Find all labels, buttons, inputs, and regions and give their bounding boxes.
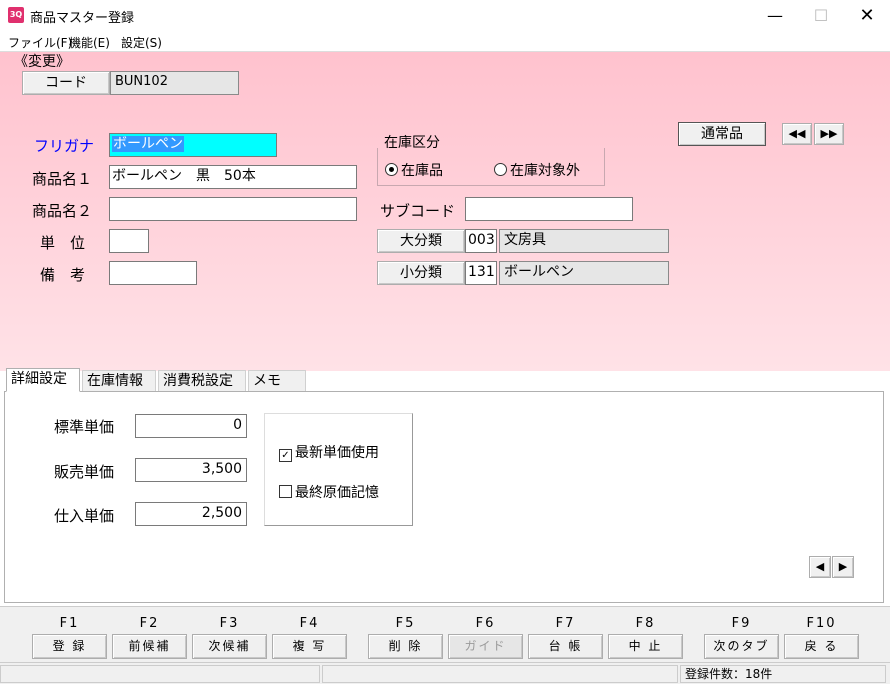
code-label-button[interactable]: コード (22, 71, 110, 95)
tab-scroll-left-icon[interactable]: ◀ (809, 556, 831, 578)
minor-category-button[interactable]: 小分類 (377, 261, 465, 285)
furigana-input[interactable]: ボールペン (109, 133, 277, 157)
status-bar: 登録件数：18件 (0, 662, 890, 684)
menu-file[interactable]: ファイル(F) (8, 34, 72, 51)
app-icon: 3Q (8, 7, 24, 23)
major-category-name: 文房具 (499, 229, 669, 253)
menu-bar: ファイル(F) 機能(E) 設定(S) (0, 31, 890, 51)
sub-code-label: サブコード (380, 202, 456, 220)
product-name2-input[interactable] (109, 197, 357, 221)
close-icon[interactable]: ✕ (844, 0, 890, 31)
checkbox-unchecked-icon (279, 485, 292, 498)
tab-memo[interactable]: メモ (248, 370, 306, 392)
minor-category-name: ボールペン (499, 261, 669, 285)
fkey-button-f4[interactable]: 複 写 (272, 634, 347, 659)
fkey-label-f8: F8 (635, 616, 656, 631)
fkey-label-f2: F2 (139, 616, 160, 631)
radio-on-icon (385, 163, 398, 176)
sales-price-input[interactable]: 3,500 (135, 458, 247, 482)
use-latest-price-label: 最新単価使用 (295, 445, 379, 461)
major-category-code[interactable]: 003 (465, 229, 497, 253)
mode-label: 《変更》 (14, 54, 70, 70)
remarks-label: 備 考 (40, 266, 86, 284)
tab-tax-settings[interactable]: 消費税設定 (158, 370, 246, 392)
fkey-label-f7: F7 (555, 616, 576, 631)
fkey-button-f3[interactable]: 次候補 (192, 634, 267, 659)
furigana-label: フリガナ (34, 137, 95, 155)
fkey-button-f10[interactable]: 戻 る (784, 634, 859, 659)
checkbox-checked-icon: ✓ (279, 449, 292, 462)
fkey-label-f4: F4 (299, 616, 320, 631)
product-name1-input[interactable]: ボールペン 黒 50本 (109, 165, 357, 189)
fkey-button-f5[interactable]: 削 除 (368, 634, 443, 659)
minimize-icon[interactable]: — (752, 0, 798, 31)
standard-price-input[interactable]: 0 (135, 414, 247, 438)
fkey-label-f6: F6 (475, 616, 496, 631)
remember-cost-checkbox[interactable]: 最終原価記憶 (279, 482, 379, 502)
fkey-button-f7[interactable]: 台 帳 (528, 634, 603, 659)
fkey-label-f3: F3 (219, 616, 240, 631)
purchase-price-input[interactable]: 2,500 (135, 502, 247, 526)
remarks-input[interactable] (109, 261, 197, 285)
price-options-group (264, 413, 413, 526)
status-pane-2 (322, 665, 678, 683)
product-type-button[interactable]: 通常品 (678, 122, 766, 146)
fkey-button-f8[interactable]: 中 止 (608, 634, 683, 659)
status-pane-1 (0, 665, 320, 683)
fkey-label-f1: F1 (59, 616, 80, 631)
purchase-price-label: 仕入単価 (54, 507, 115, 525)
radio-non-stock-label: 在庫対象外 (510, 163, 580, 179)
fkey-label-f9: F9 (731, 616, 752, 631)
standard-price-label: 標準単価 (54, 418, 115, 436)
window-title: 商品マスター登録 (30, 11, 135, 26)
remember-cost-label: 最終原価記憶 (295, 485, 379, 501)
fkey-button-f6[interactable]: ガイド (448, 634, 523, 659)
record-count: 登録件数：18件 (680, 665, 886, 683)
use-latest-price-checkbox[interactable]: ✓ 最新単価使用 (279, 442, 379, 462)
title-bar: 3Q 商品マスター登録 — ☐ ✕ (0, 0, 890, 31)
unit-label: 単 位 (40, 234, 86, 252)
minor-category-code[interactable]: 131 (465, 261, 497, 285)
radio-in-stock[interactable]: 在庫品 (385, 160, 443, 180)
unit-input[interactable] (109, 229, 149, 253)
furigana-value: ボールペン (112, 136, 184, 152)
fkey-button-f2[interactable]: 前候補 (112, 634, 187, 659)
last-record-icon[interactable]: ▶▶ (814, 123, 844, 145)
first-record-icon[interactable]: ◀◀ (782, 123, 812, 145)
tab-detail-settings[interactable]: 詳細設定 (6, 368, 80, 392)
code-field[interactable]: BUN102 (110, 71, 239, 95)
fkey-label-f5: F5 (395, 616, 416, 631)
sub-code-input[interactable] (465, 197, 633, 221)
radio-in-stock-label: 在庫品 (401, 163, 443, 179)
tab-scroll-right-icon[interactable]: ▶ (832, 556, 854, 578)
menu-function[interactable]: 機能(E) (69, 34, 110, 51)
product-name1-label: 商品名１ (32, 170, 93, 188)
menu-settings[interactable]: 設定(S) (121, 34, 162, 51)
sales-price-label: 販売単価 (54, 463, 115, 481)
fkey-button-f1[interactable]: 登 録 (32, 634, 107, 659)
radio-non-stock[interactable]: 在庫対象外 (494, 160, 580, 180)
stock-type-title: 在庫区分 (384, 135, 440, 151)
fkey-label-f10: F10 (806, 616, 837, 631)
maximize-icon[interactable]: ☐ (798, 0, 844, 31)
product-name2-label: 商品名２ (32, 202, 93, 220)
radio-off-icon (494, 163, 507, 176)
major-category-button[interactable]: 大分類 (377, 229, 465, 253)
tab-stock-info[interactable]: 在庫情報 (82, 370, 156, 392)
fkey-button-f9[interactable]: 次のタブ (704, 634, 779, 659)
